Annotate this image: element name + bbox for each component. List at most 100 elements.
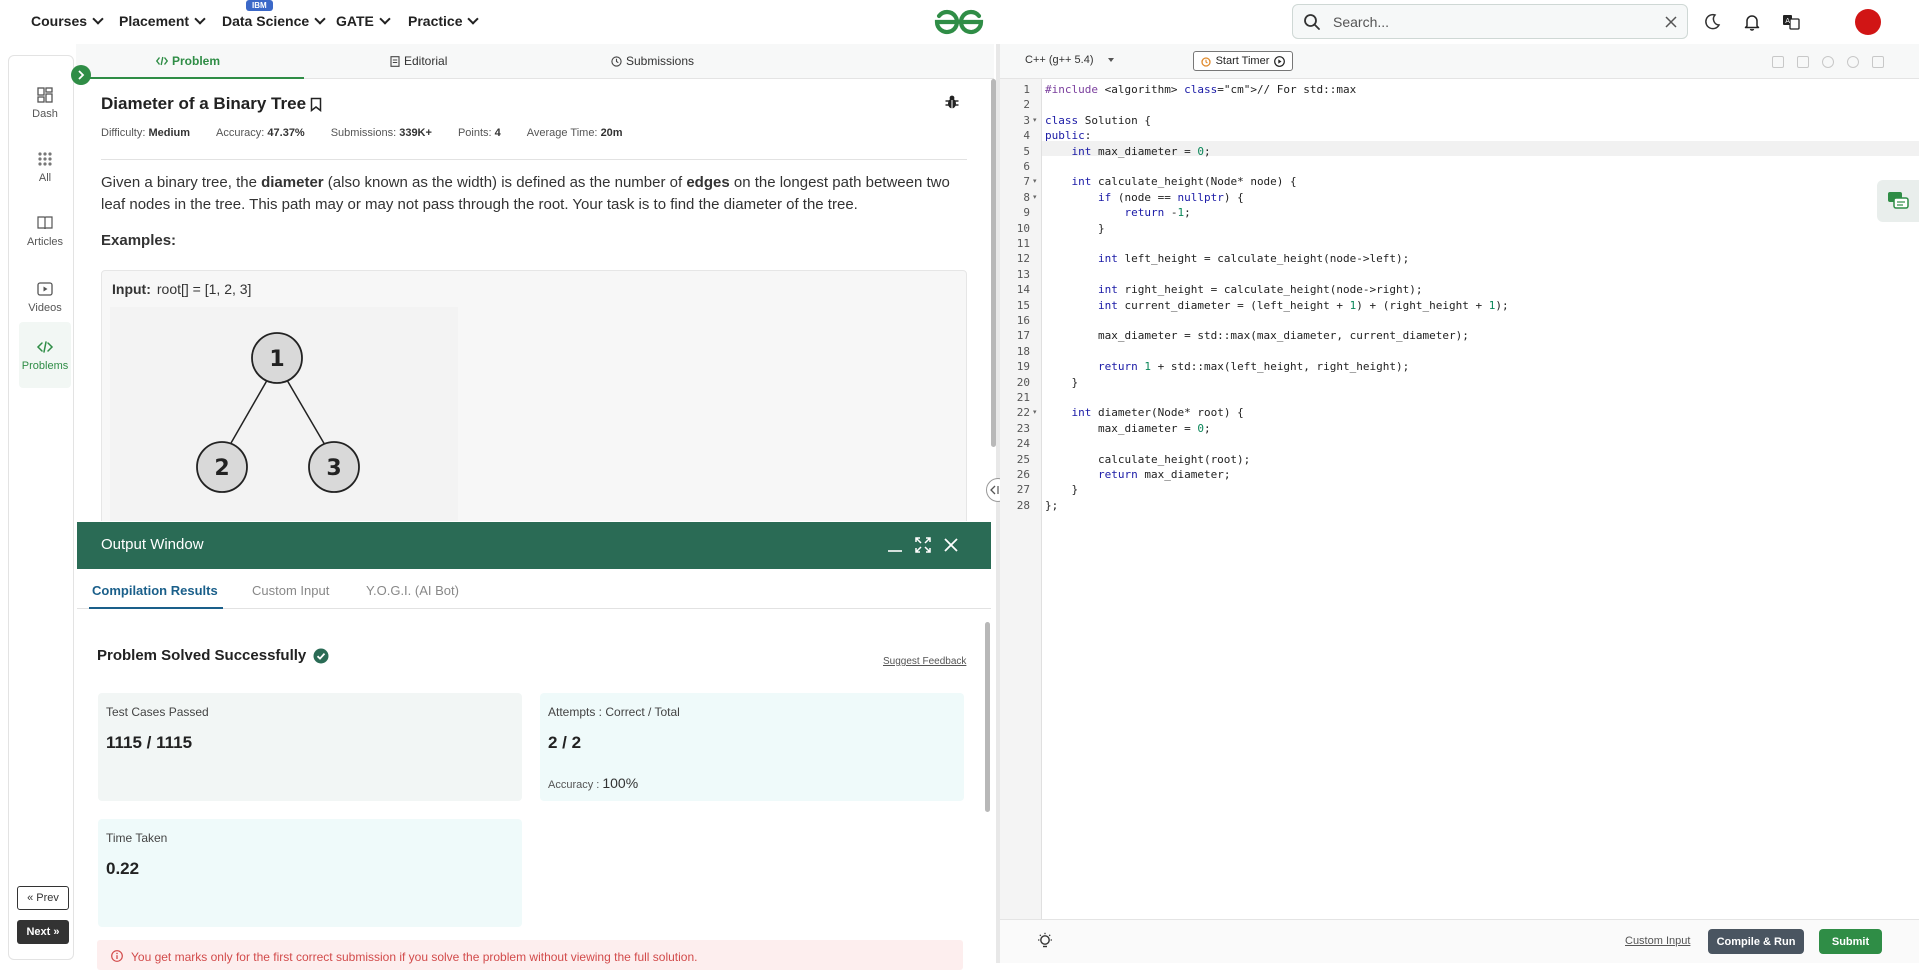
test-cases-card: Test Cases Passed 1115 / 1115 xyxy=(98,693,522,801)
caret-down-icon xyxy=(1107,58,1114,62)
code-line[interactable]: int calculate_height(Node* node) { xyxy=(1045,175,1297,190)
code-line[interactable]: int max_diameter = 0; xyxy=(1045,145,1211,160)
problem-tabs: Problem Editorial Submissions xyxy=(76,44,994,79)
submit-button[interactable]: Submit xyxy=(1819,929,1882,954)
rail-item-articles[interactable]: Articles xyxy=(19,202,71,260)
tree-node: 2 xyxy=(196,441,248,493)
start-timer-button[interactable]: Start Timer xyxy=(1193,51,1293,71)
prev-button[interactable]: « Prev xyxy=(17,886,69,910)
svg-text:3: 3 xyxy=(326,456,341,481)
output-header: Output Window xyxy=(77,522,991,569)
close-output-button[interactable] xyxy=(941,535,961,555)
minimize-button[interactable] xyxy=(885,535,905,555)
compile-run-button[interactable]: Compile & Run xyxy=(1708,929,1804,954)
line-gutter: 1 2 3 ▾ 4 5 6 7 ▾ 8 ▾ 9 10 11 12 13 14 15 16 17 18 19 20 21 22 ▾ 2… xyxy=(1000,79,1042,919)
code-line[interactable]: return max_diameter; xyxy=(1045,468,1230,483)
solved-status: Problem Solved Successfully xyxy=(97,647,329,664)
copy-icon[interactable] xyxy=(1772,56,1784,68)
line-number: 6 xyxy=(1023,160,1030,173)
code-line[interactable]: int current_diameter = (left_height + 1)… xyxy=(1045,299,1509,314)
tab-submissions[interactable]: Submissions xyxy=(611,54,694,68)
code-line[interactable]: max_diameter = std::max(max_diameter, cu… xyxy=(1045,329,1469,344)
tab-problem[interactable]: Problem xyxy=(156,54,220,68)
nav-placement[interactable]: Placement xyxy=(119,12,206,29)
chat-button[interactable] xyxy=(1877,180,1919,222)
rail-item-dash[interactable]: Dash xyxy=(19,74,71,132)
problem-title: Diameter of a Binary Tree xyxy=(101,94,322,114)
line-number: 10 xyxy=(1016,221,1030,235)
next-button[interactable]: Next » xyxy=(17,920,69,944)
code-line[interactable]: return -1; xyxy=(1045,206,1190,221)
search-box[interactable] xyxy=(1292,4,1688,39)
code-line[interactable]: int left_height = calculate_height(node-… xyxy=(1045,252,1409,267)
search-icon xyxy=(1304,13,1320,30)
time-taken-card: Time Taken 0.22 xyxy=(98,819,522,927)
reset-icon[interactable] xyxy=(1847,56,1859,68)
notifications-button[interactable] xyxy=(1737,7,1767,37)
gfg-logo-icon[interactable] xyxy=(931,6,987,38)
language-select[interactable]: C++ (g++ 5.4) xyxy=(1025,54,1114,66)
code-line[interactable]: int diameter(Node* root) { xyxy=(1045,406,1244,421)
chevron-down-icon xyxy=(92,12,104,25)
code-icon xyxy=(156,56,168,66)
save-icon[interactable] xyxy=(1797,56,1809,68)
tab-yogi-ai-bot[interactable]: Y.O.G.I. (AI Bot) xyxy=(366,583,459,598)
nav-data-science[interactable]: Data Science xyxy=(222,12,326,29)
video-icon xyxy=(37,282,53,296)
code-line[interactable]: } xyxy=(1045,483,1078,498)
translate-button[interactable]: A xyxy=(1776,7,1806,37)
fold-arrow-icon[interactable]: ▾ xyxy=(1033,408,1037,416)
code-line[interactable]: if (node == nullptr) { xyxy=(1045,191,1244,206)
line-number: 22 xyxy=(1016,406,1030,420)
bug-report-icon[interactable] xyxy=(944,94,960,110)
line-number: 1 xyxy=(1023,83,1030,96)
code-line[interactable]: calculate_height(root); xyxy=(1045,453,1250,468)
svg-text:1: 1 xyxy=(269,347,284,372)
settings-icon[interactable] xyxy=(1822,56,1834,68)
fold-arrow-icon[interactable]: ▾ xyxy=(1033,193,1037,201)
rail-item-videos[interactable]: Videos xyxy=(19,268,71,326)
output-scrollbar[interactable] xyxy=(985,622,990,812)
user-avatar[interactable] xyxy=(1855,9,1881,35)
code-line[interactable]: } xyxy=(1045,376,1078,391)
code-line[interactable]: max_diameter = 0; xyxy=(1045,422,1211,437)
rail-item-all[interactable]: All xyxy=(19,138,71,196)
expand-icon xyxy=(915,537,931,553)
nav-courses[interactable]: Courses xyxy=(31,12,104,29)
code-line[interactable]: return 1 + std::max(left_height, right_h… xyxy=(1045,360,1409,375)
code-line[interactable]: int right_height = calculate_height(node… xyxy=(1045,283,1423,298)
code-line[interactable]: public: xyxy=(1045,129,1091,144)
line-number: 23 xyxy=(1016,421,1030,435)
tree-node: 1 xyxy=(251,332,303,384)
ibm-badge: IBM xyxy=(246,0,273,11)
submissions: Submissions: 339K+ xyxy=(330,127,432,139)
code-line[interactable]: class Solution { xyxy=(1045,114,1151,129)
maximize-button[interactable] xyxy=(913,535,933,555)
svg-text:A: A xyxy=(1785,17,1790,25)
line-number: 7 xyxy=(1023,175,1030,189)
attempts-card: Attempts : Correct / Total 2 / 2 Accurac… xyxy=(540,693,964,801)
dark-mode-toggle[interactable] xyxy=(1697,7,1727,37)
bookmark-icon[interactable] xyxy=(310,97,322,112)
fullscreen-icon[interactable] xyxy=(1872,56,1884,68)
lightbulb-icon[interactable] xyxy=(1036,932,1054,950)
line-number: 12 xyxy=(1016,252,1030,266)
fold-arrow-icon[interactable]: ▾ xyxy=(1033,177,1037,185)
code-line[interactable]: }; xyxy=(1045,499,1058,514)
nav-gate[interactable]: GATE xyxy=(336,12,391,29)
nav-practice[interactable]: Practice xyxy=(408,12,480,29)
tab-underline xyxy=(89,607,223,609)
clear-icon[interactable] xyxy=(1665,15,1677,28)
code-line[interactable]: #include <algorithm> class="cm">// For s… xyxy=(1045,83,1356,98)
code-line[interactable]: } xyxy=(1045,222,1105,237)
tab-editorial[interactable]: Editorial xyxy=(390,54,447,68)
fold-arrow-icon[interactable]: ▾ xyxy=(1033,116,1037,124)
search-input[interactable] xyxy=(1333,13,1653,30)
rail-item-problems[interactable]: Problems xyxy=(19,322,71,388)
suggest-feedback-link[interactable]: Suggest Feedback xyxy=(883,656,966,667)
tab-compilation-results[interactable]: Compilation Results xyxy=(92,583,218,598)
code-editor[interactable]: #include <algorithm> class="cm">// For s… xyxy=(1045,79,1919,919)
tab-custom-input[interactable]: Custom Input xyxy=(252,583,329,598)
binary-tree-image: 1 2 3 xyxy=(196,332,360,493)
custom-input-link[interactable]: Custom Input xyxy=(1625,935,1690,947)
